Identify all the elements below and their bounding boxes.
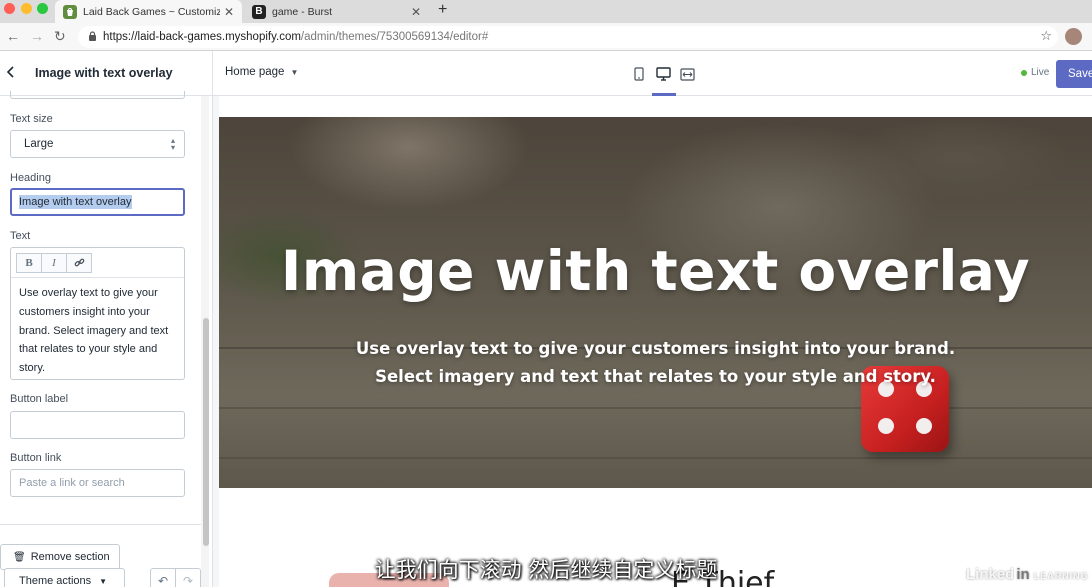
select-arrows-icon: ▴ ▾ xyxy=(170,136,175,152)
browser-tab-shopify[interactable]: Laid Back Games ~ Customize ✕ xyxy=(55,0,242,23)
profile-avatar[interactable] xyxy=(1065,28,1082,45)
tab-title: Laid Back Games ~ Customize xyxy=(83,5,220,18)
store-header xyxy=(219,96,1092,117)
bold-button[interactable]: B xyxy=(16,252,42,273)
previous-field-edge xyxy=(10,91,185,99)
text-size-select[interactable]: Large ▴ ▾ xyxy=(10,130,185,158)
mobile-view-icon[interactable] xyxy=(630,65,648,83)
watermark-in: in xyxy=(1014,566,1032,583)
sidebar-divider xyxy=(0,524,201,525)
page-selector-value: Home page xyxy=(225,66,285,78)
button-link-label: Button link xyxy=(10,452,62,464)
url-host: https://laid-back-games.myshopify.com xyxy=(103,31,301,43)
live-status-dot xyxy=(1021,70,1027,76)
text-editor[interactable]: B I Use overlay text to give your custom… xyxy=(10,247,185,380)
text-label: Text xyxy=(10,230,31,242)
button-link-input[interactable] xyxy=(10,469,185,497)
reload-icon[interactable]: ↻ xyxy=(54,28,66,45)
back-arrow-icon[interactable]: ← xyxy=(6,28,20,44)
lock-icon xyxy=(88,30,97,44)
url-path: /admin/themes/75300569134/editor# xyxy=(300,31,489,43)
link-icon xyxy=(74,258,84,267)
italic-button[interactable]: I xyxy=(41,252,67,273)
image-with-text-overlay-section[interactable]: Image with text overlay Use overlay text… xyxy=(219,117,1092,488)
tab-title: game - Burst xyxy=(272,5,333,18)
forward-arrow-icon[interactable]: → xyxy=(30,28,44,44)
sidebar-header: Image with text overlay xyxy=(0,51,212,96)
section-title: Image with text overlay xyxy=(35,66,173,80)
bookmark-star-icon[interactable]: ☆ xyxy=(1040,28,1052,44)
close-tab-icon[interactable]: ✕ xyxy=(224,5,234,19)
full-width-view-icon[interactable] xyxy=(678,65,696,83)
close-tab-icon[interactable]: ✕ xyxy=(411,5,421,19)
minimize-window-button[interactable] xyxy=(21,3,32,14)
editor-sidebar: Image with text overlay Text size Large … xyxy=(0,51,213,587)
burst-icon: B xyxy=(252,4,266,19)
browser-tab-bar: Laid Back Games ~ Customize ✕ B game - B… xyxy=(0,0,1092,23)
sidebar-scrollbar-thumb[interactable] xyxy=(203,318,209,546)
desktop-view-icon[interactable] xyxy=(654,65,672,83)
theme-preview: Image with text overlay Use overlay text… xyxy=(213,96,1092,587)
live-status-label: Live xyxy=(1031,67,1050,78)
browser-tab-burst[interactable]: B game - Burst ✕ xyxy=(244,0,429,23)
heading-label: Heading xyxy=(10,172,51,184)
text-size-value: Large xyxy=(24,138,54,150)
new-tab-icon[interactable]: + xyxy=(438,1,447,19)
text-size-label: Text size xyxy=(10,113,53,125)
video-subtitle: 让我们向下滚动 然后继续自定义标题 xyxy=(374,558,718,582)
maximize-window-button[interactable] xyxy=(37,3,48,14)
address-bar[interactable]: https://laid-back-games.myshopify.com/ad… xyxy=(78,26,1058,48)
linkedin-learning-watermark: Linked in LEARNING xyxy=(966,566,1089,583)
chevron-left-icon[interactable] xyxy=(6,65,26,81)
text-editor-content[interactable]: Use overlay text to give your customers … xyxy=(11,278,184,384)
chevron-down-icon: ▼ xyxy=(290,68,299,77)
button-label-label: Button label xyxy=(10,393,69,405)
hero-heading: Image with text overlay xyxy=(280,239,1031,303)
shopify-icon xyxy=(63,4,77,19)
preview-page: Image with text overlay Use overlay text… xyxy=(219,96,1092,587)
save-button[interactable]: Save xyxy=(1056,60,1092,88)
page-selector[interactable]: Home page ▼ xyxy=(225,66,298,78)
watermark-text: Linked xyxy=(966,566,1015,583)
hero-text-line: Select imagery and text that relates to … xyxy=(375,367,936,386)
close-window-button[interactable] xyxy=(4,3,15,14)
button-label-input[interactable] xyxy=(10,411,185,439)
heading-input[interactable]: Image with text overlay xyxy=(10,188,185,216)
hero-text: Use overlay text to give your customers … xyxy=(219,335,1092,391)
watermark-sub: LEARNING xyxy=(1033,571,1089,581)
editor-topbar: Home page ▼ Live Save xyxy=(213,51,1092,96)
heading-input-value: Image with text overlay xyxy=(19,195,132,209)
browser-toolbar: ← → ↻ https://laid-back-games.myshopify.… xyxy=(0,23,1092,51)
link-button[interactable] xyxy=(66,252,92,273)
hero-text-line: Use overlay text to give your customers … xyxy=(355,339,956,358)
text-editor-toolbar: B I xyxy=(11,248,184,278)
